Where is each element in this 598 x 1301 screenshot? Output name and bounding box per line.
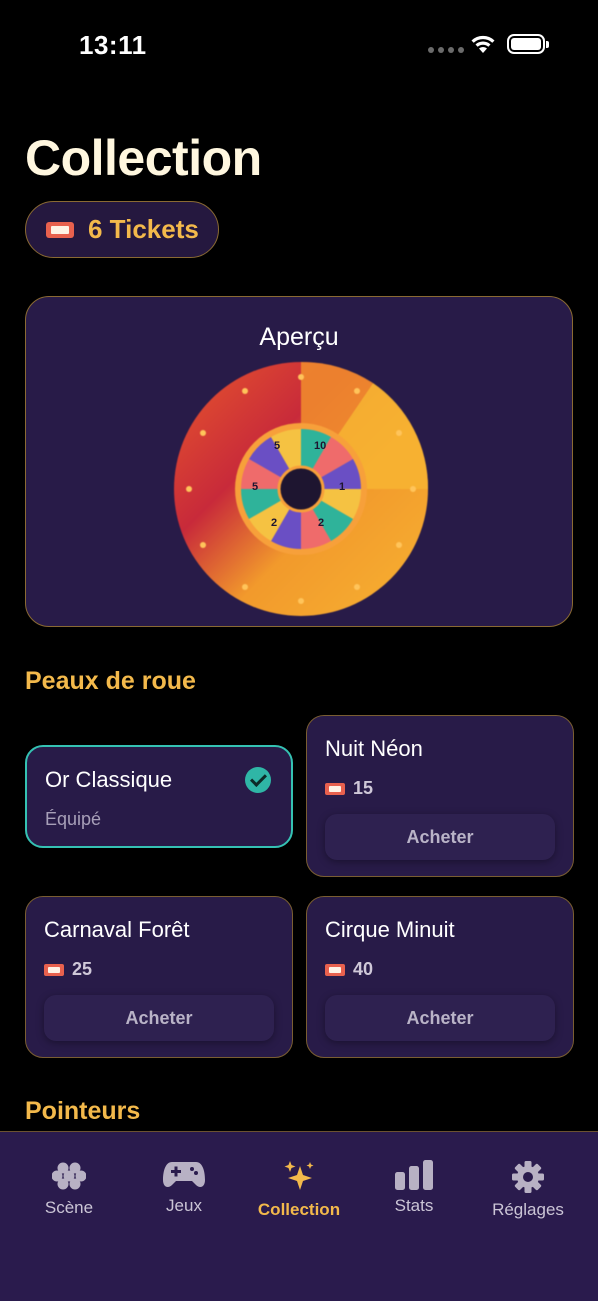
sparkles-icon	[284, 1161, 314, 1190]
skin-price: 25	[72, 959, 93, 979]
skin-card-nuit-neon: Nuit Néon 15 Acheter	[306, 715, 574, 877]
tab-collection[interactable]: Collection	[244, 1160, 354, 1220]
tab-label: Collection	[257, 1200, 341, 1219]
skin-card-or-classique[interactable]: Or Classique Équipé	[25, 745, 293, 848]
tab-label: Stats	[394, 1196, 434, 1215]
tab-label: Réglages	[492, 1200, 564, 1219]
skin-price: 40	[353, 959, 374, 979]
skin-card-carnaval-foret: Carnaval Forêt 25 Acheter	[25, 896, 293, 1058]
equipped-status: Équipé	[45, 809, 102, 829]
status-time: 13:11	[79, 30, 147, 60]
wheel-segment-label: 2	[318, 517, 325, 529]
wheel-segment-label: 5	[252, 481, 259, 493]
wifi-icon	[471, 35, 495, 53]
wheel-segment-label: 5	[274, 440, 281, 452]
buy-button[interactable]: Acheter	[325, 814, 555, 860]
skin-price: 15	[353, 778, 374, 798]
ticket-icon	[325, 963, 345, 976]
tab-label: Scène	[44, 1198, 94, 1217]
skin-name: Cirque Minuit	[325, 917, 455, 942]
skin-name: Or Classique	[45, 767, 173, 792]
ticket-icon	[325, 782, 345, 795]
gear-icon	[512, 1161, 544, 1193]
tickets-count: 6 Tickets	[88, 214, 199, 244]
buy-button[interactable]: Acheter	[325, 995, 555, 1041]
skin-card-cirque-minuit: Cirque Minuit 40 Acheter	[306, 896, 574, 1058]
flower-icon	[52, 1162, 86, 1190]
tab-bar: Scène Jeux Collection Stats Réglages	[0, 1131, 598, 1301]
checkmark-icon	[245, 767, 271, 793]
tickets-balance-pill: 6 Tickets	[25, 201, 219, 258]
bar-chart-icon	[395, 1160, 433, 1190]
wheel-segment-label: 2	[271, 517, 278, 529]
tab-scene[interactable]: Scène	[14, 1160, 124, 1218]
preview-card: Aperçu 5 10 1 2 2 5	[25, 296, 573, 627]
cellular-signal-icon	[428, 47, 464, 53]
price-row: 15	[325, 778, 373, 799]
wheel-segment-label: 10	[314, 440, 327, 452]
tab-jeux[interactable]: Jeux	[129, 1160, 239, 1216]
wheel-preview	[174, 361, 429, 616]
skin-name: Nuit Néon	[325, 736, 423, 761]
tab-label: Jeux	[166, 1196, 202, 1215]
preview-title: Aperçu	[259, 323, 339, 351]
battery-icon	[507, 34, 549, 54]
page-title: Collection	[25, 130, 262, 186]
price-row: 40	[325, 959, 373, 980]
wheel-skins-section-title: Peaux de roue	[25, 667, 196, 695]
buy-button[interactable]: Acheter	[44, 995, 274, 1041]
pointers-section-title: Pointeurs	[25, 1097, 141, 1125]
tab-stats[interactable]: Stats	[359, 1160, 469, 1216]
status-bar: 13:11	[0, 0, 598, 90]
gamepad-icon	[163, 1162, 205, 1188]
tab-reglages[interactable]: Réglages	[473, 1160, 583, 1220]
skin-name: Carnaval Forêt	[44, 917, 190, 942]
wheel-segment-label: 1	[339, 481, 346, 493]
ticket-icon	[46, 221, 74, 238]
price-row: 25	[44, 959, 92, 980]
ticket-icon	[44, 963, 64, 976]
